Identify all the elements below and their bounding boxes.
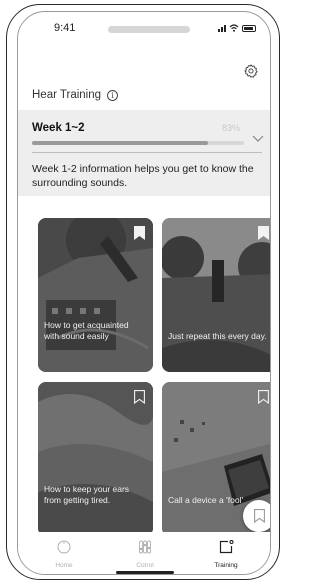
notch: [108, 26, 190, 33]
card-title: Just repeat this every day.: [168, 331, 267, 341]
week-percent: 83%: [221, 123, 240, 133]
clock-icon: [57, 540, 71, 554]
training-card[interactable]: Just repeat this every day.: [162, 218, 270, 372]
gear-icon[interactable]: [244, 64, 258, 78]
card-title: How to get acquainted with sound easily: [44, 320, 129, 341]
chevron-down-icon[interactable]: [252, 132, 264, 144]
app-screen: 9:41 Hear Training i Week 1~2 83% Week 1…: [17, 11, 271, 575]
control-icon: [139, 540, 151, 554]
page-header: Hear Training i: [32, 86, 119, 104]
bookmark-icon: [253, 509, 265, 523]
tab-label: Training: [214, 562, 238, 569]
training-icon: [219, 539, 234, 554]
info-icon[interactable]: i: [107, 89, 119, 101]
card-photo: [38, 382, 153, 536]
page-title: Hear Training: [32, 89, 102, 101]
training-card[interactable]: How to keep your ears from getting tired…: [38, 382, 153, 536]
tab-label: Cotrol: [136, 562, 154, 569]
battery-icon: [242, 25, 256, 32]
bookmark-icon[interactable]: [258, 390, 269, 404]
bookmark-filled-icon[interactable]: [134, 226, 145, 240]
wifi-icon: [229, 24, 239, 32]
signal-icon: [218, 25, 226, 32]
card-photo: [38, 218, 153, 372]
saved-bookmarks-button[interactable]: [243, 500, 270, 532]
week-divider: [32, 152, 262, 153]
tab-bar: Home Cotrol Training: [18, 532, 270, 574]
status-time: 9:41: [54, 22, 76, 34]
tab-training[interactable]: Training: [196, 539, 256, 569]
card-photo: [162, 218, 270, 372]
card-title: How to keep your ears from getting tired…: [44, 484, 130, 505]
week-panel[interactable]: Week 1~2 83% Week 1-2 information helps …: [18, 110, 270, 196]
bookmark-icon[interactable]: [134, 390, 145, 404]
week-progress-bar: [32, 141, 244, 145]
bookmark-filled-icon[interactable]: [258, 226, 269, 240]
week-description: Week 1-2 information helps you get to kn…: [32, 163, 254, 189]
tab-label: Home: [55, 562, 73, 569]
status-bar: 9:41: [18, 22, 270, 38]
training-card[interactable]: How to get acquainted with sound easily: [38, 218, 153, 372]
home-indicator: [116, 571, 174, 574]
tab-control[interactable]: Cotrol: [115, 540, 175, 569]
status-icons: [218, 24, 256, 32]
phone-frame: 9:41 Hear Training i Week 1~2 83% Week 1…: [6, 4, 280, 580]
week-progress-fill: [32, 141, 208, 145]
week-title: Week 1~2: [32, 122, 85, 134]
tab-home[interactable]: Home: [34, 540, 94, 569]
